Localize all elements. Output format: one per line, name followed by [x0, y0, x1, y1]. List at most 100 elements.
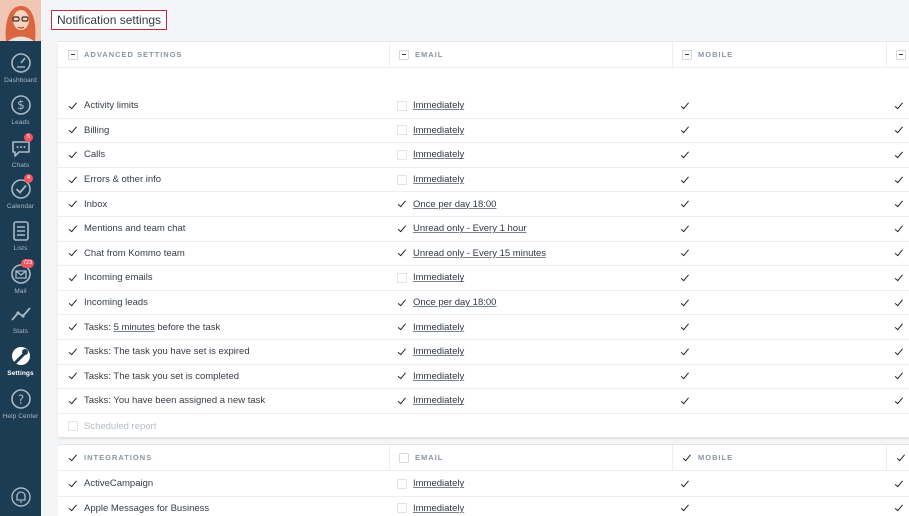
header-settings-column[interactable]: ADVANCED SETTINGS: [58, 42, 183, 67]
extra-checkbox[interactable]: [894, 199, 904, 209]
mobile-checkbox[interactable]: [680, 175, 690, 185]
extra-checkbox[interactable]: [894, 248, 904, 258]
email-checkbox[interactable]: [397, 298, 407, 308]
mobile-checkbox[interactable]: [680, 396, 690, 406]
email-checkbox[interactable]: [397, 478, 407, 489]
row-checkbox[interactable]: [68, 248, 78, 258]
nav-stats[interactable]: Stats: [0, 303, 41, 335]
email-checkbox[interactable]: [397, 199, 407, 209]
reminder-time-link[interactable]: 5 minutes: [114, 322, 155, 333]
email-frequency-link[interactable]: Immediately: [413, 174, 464, 185]
extra-all-checkbox[interactable]: [896, 49, 906, 60]
nav-dashboard[interactable]: Dashboard: [0, 52, 41, 84]
row-checkbox[interactable]: [68, 322, 78, 332]
email-all-checkbox[interactable]: [399, 452, 409, 463]
email-frequency-link[interactable]: Immediately: [413, 322, 464, 333]
email-frequency-link[interactable]: Immediately: [413, 125, 464, 136]
extra-checkbox[interactable]: [894, 347, 904, 357]
mobile-checkbox[interactable]: [680, 503, 690, 513]
row-checkbox[interactable]: [68, 273, 78, 283]
mobile-checkbox[interactable]: [680, 125, 690, 135]
mobile-checkbox[interactable]: [680, 371, 690, 381]
email-checkbox[interactable]: [397, 125, 407, 136]
nav-help-center[interactable]: ? Help Center: [0, 388, 41, 420]
extra-checkbox[interactable]: [894, 224, 904, 234]
extra-checkbox[interactable]: [894, 503, 904, 513]
row-checkbox[interactable]: [68, 175, 78, 185]
row-checkbox[interactable]: [68, 421, 78, 432]
row-checkbox[interactable]: [68, 298, 78, 308]
mobile-all-checkbox[interactable]: [682, 49, 692, 60]
extra-checkbox[interactable]: [894, 101, 904, 111]
email-checkbox[interactable]: [397, 371, 407, 381]
row-checkbox[interactable]: [68, 503, 78, 513]
email-frequency-link[interactable]: Immediately: [413, 371, 464, 382]
email-frequency-link[interactable]: Immediately: [413, 478, 464, 489]
email-checkbox[interactable]: [397, 322, 407, 332]
extra-checkbox[interactable]: [894, 150, 904, 160]
row-checkbox[interactable]: [68, 224, 78, 234]
email-frequency-link[interactable]: Immediately: [413, 149, 464, 160]
nav-settings[interactable]: Settings: [0, 345, 41, 377]
extra-checkbox[interactable]: [894, 175, 904, 185]
email-frequency-link[interactable]: Unread only - Every 1 hour: [413, 223, 527, 234]
mobile-checkbox[interactable]: [680, 479, 690, 489]
header-extra-column[interactable]: [886, 445, 909, 470]
avatar[interactable]: [0, 0, 41, 41]
mobile-checkbox[interactable]: [680, 101, 690, 111]
email-frequency-link[interactable]: Unread only - Every 15 minutes: [413, 248, 546, 259]
extra-checkbox[interactable]: [894, 396, 904, 406]
extra-checkbox[interactable]: [894, 298, 904, 308]
email-frequency-link[interactable]: Immediately: [413, 395, 464, 406]
email-checkbox[interactable]: [397, 149, 407, 160]
mobile-checkbox[interactable]: [680, 347, 690, 357]
nav-mail[interactable]: 723 Mail: [0, 259, 41, 295]
email-checkbox[interactable]: [397, 100, 407, 111]
header-extra-column[interactable]: [886, 42, 909, 67]
extra-checkbox[interactable]: [894, 322, 904, 332]
select-all-checkbox[interactable]: [68, 453, 78, 463]
header-email-column[interactable]: EMAIL: [389, 42, 443, 67]
email-frequency-link[interactable]: Immediately: [413, 100, 464, 111]
header-email-column[interactable]: EMAIL: [389, 445, 443, 470]
row-checkbox[interactable]: [68, 347, 78, 357]
mobile-checkbox[interactable]: [680, 322, 690, 332]
header-mobile-column[interactable]: MOBILE: [672, 42, 733, 67]
nav-chats[interactable]: 5 Chats: [0, 133, 41, 169]
mobile-checkbox[interactable]: [680, 248, 690, 258]
email-all-checkbox[interactable]: [399, 49, 409, 60]
row-checkbox[interactable]: [68, 150, 78, 160]
email-frequency-link[interactable]: Once per day 18:00: [413, 297, 496, 308]
mobile-checkbox[interactable]: [680, 150, 690, 160]
mobile-all-checkbox[interactable]: [682, 453, 692, 463]
email-frequency-link[interactable]: Once per day 18:00: [413, 199, 496, 210]
row-checkbox[interactable]: [68, 396, 78, 406]
extra-checkbox[interactable]: [894, 273, 904, 283]
extra-checkbox[interactable]: [894, 125, 904, 135]
email-checkbox[interactable]: [397, 224, 407, 234]
email-frequency-link[interactable]: Immediately: [413, 272, 464, 283]
row-checkbox[interactable]: [68, 199, 78, 209]
mobile-checkbox[interactable]: [680, 298, 690, 308]
nav-calendar[interactable]: 4 Calendar: [0, 174, 41, 210]
mobile-checkbox[interactable]: [680, 273, 690, 283]
row-checkbox[interactable]: [68, 371, 78, 381]
header-mobile-column[interactable]: MOBILE: [672, 445, 733, 470]
email-checkbox[interactable]: [397, 396, 407, 406]
nav-lists[interactable]: Lists: [0, 220, 41, 252]
row-checkbox[interactable]: [68, 125, 78, 135]
extra-checkbox[interactable]: [894, 479, 904, 489]
nav-notifications[interactable]: [0, 486, 41, 508]
header-settings-column[interactable]: INTEGRATIONS: [58, 445, 152, 470]
email-checkbox[interactable]: [397, 347, 407, 357]
mobile-checkbox[interactable]: [680, 199, 690, 209]
email-checkbox[interactable]: [397, 248, 407, 258]
email-checkbox[interactable]: [397, 272, 407, 283]
email-checkbox[interactable]: [397, 174, 407, 185]
email-frequency-link[interactable]: Immediately: [413, 346, 464, 357]
extra-checkbox[interactable]: [894, 371, 904, 381]
extra-all-checkbox[interactable]: [896, 453, 906, 463]
select-all-checkbox[interactable]: [68, 49, 78, 60]
mobile-checkbox[interactable]: [680, 224, 690, 234]
nav-leads[interactable]: $ Leads: [0, 94, 41, 126]
